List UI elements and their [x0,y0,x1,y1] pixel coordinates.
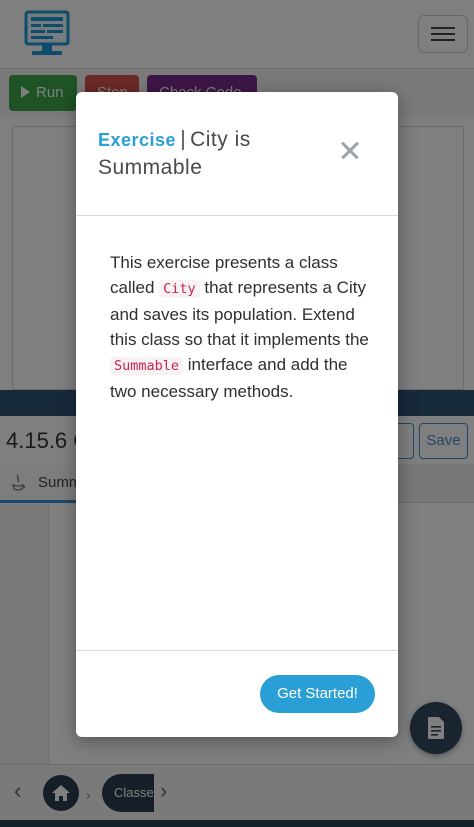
get-started-button[interactable]: Get Started! [260,675,375,713]
inline-code-city: City [159,280,200,298]
modal-title-prefix: Exercise [98,130,185,150]
inline-code-summable: Summable [110,357,184,375]
close-icon[interactable] [338,138,362,162]
modal-description: This exercise presents a class called Ci… [110,250,370,404]
modal-header: Exercise City is Summable [76,92,398,216]
modal-footer: Get Started! [76,650,398,738]
modal-title: Exercise City is Summable [98,126,328,181]
exercise-modal: Exercise City is Summable This exercise p… [76,92,398,737]
